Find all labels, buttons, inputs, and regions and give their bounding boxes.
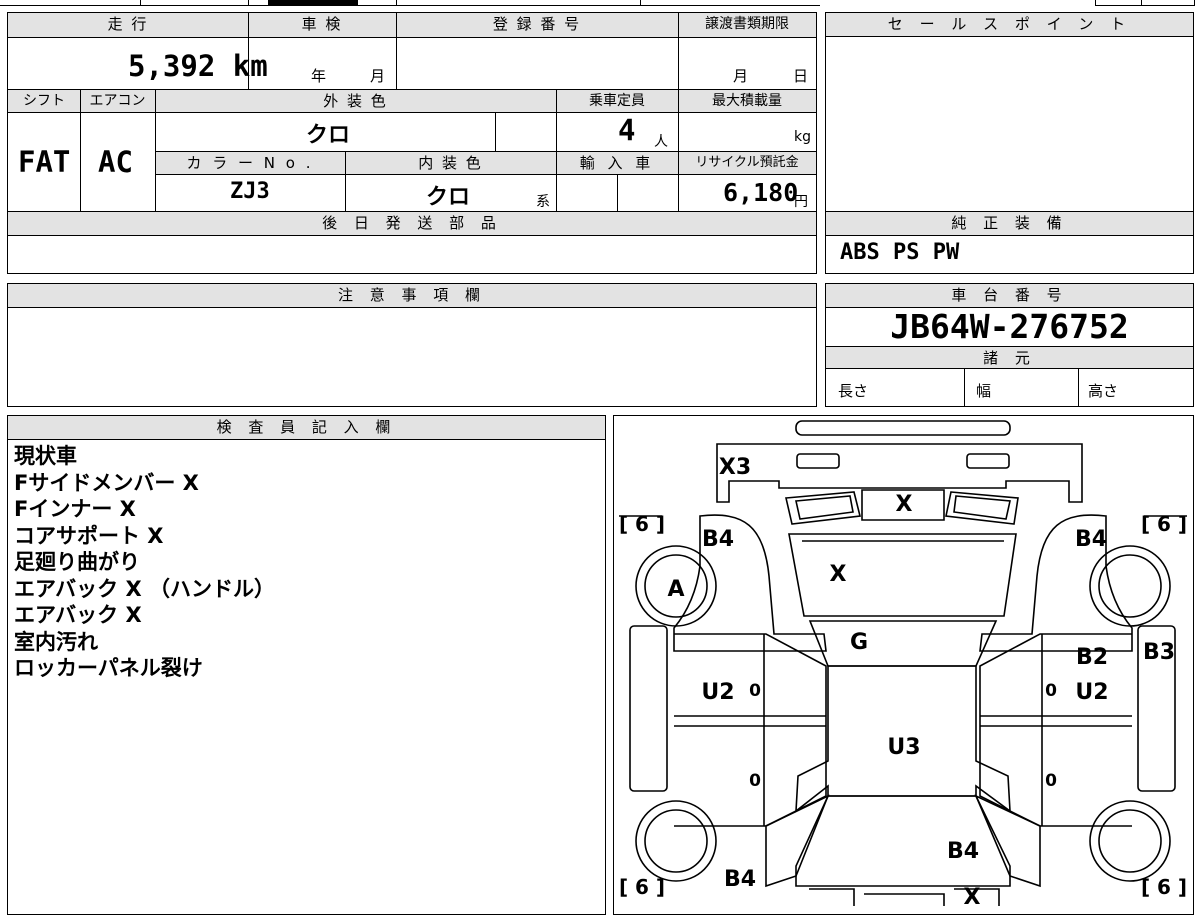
damage-mark-left-door: U2: [701, 680, 734, 705]
capacity-value: 4: [618, 113, 636, 147]
mileage-label: 走 行: [8, 13, 248, 37]
vehicle-info-table: 走 行 車 検 登 録 番 号 譲渡書類期限 5,392 km 年 月 月 日 …: [7, 12, 817, 212]
car-damage-diagram: X3 X X B4 B4 A G B2 B3 U2 U2 U3 B4 B4 X …: [619, 420, 1187, 906]
tire-front-left: [ 6 ]: [619, 512, 665, 536]
interior-suffix: 系: [536, 194, 550, 210]
interior-color-label: 内 装 色: [345, 152, 556, 174]
inspector-notes: 現状車 Fサイドメンバー X Fインナー X コアサポート X 足廻り曲がり エ…: [14, 443, 275, 682]
capacity-label: 乗車定員: [556, 90, 678, 112]
inspection-year-suffix: 年: [311, 67, 327, 85]
aircon-value: AC: [98, 145, 133, 179]
sales-point-label: セ ー ル ス ポ イ ン ト: [826, 13, 1193, 37]
damage-mark-hood: X: [830, 562, 847, 587]
inspection-label: 車 検: [248, 13, 396, 37]
inspector-line: コアサポート X: [14, 523, 164, 548]
exterior-color-label: 外 装 色: [155, 90, 556, 112]
inspector-line: 室内汚れ: [14, 629, 98, 654]
tire-front-right: [ 6 ]: [1141, 512, 1187, 536]
notes-box: 注 意 事 項 欄: [7, 283, 817, 407]
recycle-fee-label: リサイクル預託金: [678, 152, 816, 174]
inspector-line: 足廻り曲がり: [14, 550, 140, 574]
inspector-line: Fインナー X: [14, 497, 136, 521]
chassis-number: JB64W-276752: [890, 307, 1129, 346]
deadline-month-suffix: 月: [733, 67, 749, 85]
damage-mark-roof: U3: [887, 735, 920, 760]
tire-rear-left: [ 6 ]: [619, 875, 665, 899]
inspector-label: 検 査 員 記 入 欄: [8, 416, 605, 440]
registration-label: 登 録 番 号: [396, 13, 678, 37]
inspection-month-suffix: 月: [370, 67, 386, 85]
door-zero-mark: 0: [1045, 681, 1057, 701]
import-label: 輸 入 車: [556, 152, 678, 174]
inspector-line: エアバック X （ハンドル）: [14, 576, 275, 601]
damage-mark-left-rear: B4: [724, 867, 756, 892]
interior-color-value: クロ: [426, 185, 471, 210]
sales-point-box: セ ー ル ス ポ イ ン ト: [825, 12, 1194, 212]
damage-mark-rear-bottom: X: [964, 885, 981, 906]
color-no-value: ZJ3: [230, 179, 270, 204]
damage-mark-front-panel: X: [896, 492, 913, 517]
chassis-label: 車 台 番 号: [826, 284, 1193, 308]
persons-unit: 人: [654, 134, 668, 150]
damage-mark-rear: B4: [947, 839, 979, 864]
top-strip: [0, 0, 820, 6]
inspector-line: Fサイドメンバー X: [14, 470, 199, 495]
damage-mark-left-wheel: A: [667, 577, 684, 602]
damage-mark-windshield: G: [850, 630, 868, 655]
later-parts-label: 後 日 発 送 部 品: [8, 212, 816, 236]
exterior-color-value: クロ: [306, 123, 351, 148]
door-zero-mark: 0: [749, 681, 761, 701]
damage-mark-front-bumper: X3: [719, 455, 751, 480]
color-no-label: カ ラ ー N o .: [155, 152, 345, 174]
kg-unit: kg: [794, 129, 811, 145]
shift-value: FAT: [18, 145, 71, 179]
max-load-label: 最大積載量: [678, 90, 816, 112]
aircon-label: エアコン: [80, 90, 155, 112]
damage-mark-right-door: U2: [1075, 680, 1108, 705]
car-diagram-box: X3 X X B4 B4 A G B2 B3 U2 U2 U3 B4 B4 X …: [613, 415, 1194, 915]
door-zero-mark: 0: [749, 771, 761, 791]
damage-mark-right-front: B4: [1075, 527, 1107, 552]
genuine-equipment-label: 純 正 装 備: [826, 212, 1193, 236]
deadline-day-suffix: 日: [793, 67, 809, 85]
length-label: 長さ: [838, 382, 869, 400]
damage-mark-right-rocker: B3: [1143, 640, 1175, 665]
tire-rear-right: [ 6 ]: [1141, 875, 1187, 899]
width-label: 幅: [976, 382, 992, 400]
damage-mark-left-front: B4: [702, 527, 734, 552]
damage-mark-right-door-front: B2: [1076, 645, 1108, 670]
inspector-line: 現状車: [14, 444, 77, 468]
inspector-box: 検 査 員 記 入 欄 現状車 Fサイドメンバー X Fインナー X コアサポー…: [7, 415, 606, 915]
mileage-value: 5,392 km: [128, 49, 268, 83]
genuine-equipment-box: 純 正 装 備 ABS PS PW: [825, 212, 1194, 274]
inspector-line: エアバック X: [14, 603, 142, 627]
later-parts-box: 後 日 発 送 部 品: [7, 212, 817, 274]
transfer-deadline-label: 譲渡書類期限: [678, 13, 816, 37]
specs-label: 諸 元: [826, 346, 1193, 369]
height-label: 高さ: [1088, 382, 1119, 400]
top-strip-right: [1095, 0, 1195, 6]
recycle-fee-value: 6,180: [723, 178, 799, 207]
inspector-line: ロッカーパネル裂け: [14, 656, 203, 680]
notes-label: 注 意 事 項 欄: [8, 284, 816, 308]
genuine-equipment-value: ABS PS PW: [840, 240, 960, 265]
shift-label: シフト: [8, 90, 80, 112]
chassis-box: 車 台 番 号 JB64W-276752 諸 元 長さ 幅 高さ: [825, 283, 1194, 407]
door-zero-mark: 0: [1045, 771, 1057, 791]
yen-unit: 円: [794, 194, 808, 210]
